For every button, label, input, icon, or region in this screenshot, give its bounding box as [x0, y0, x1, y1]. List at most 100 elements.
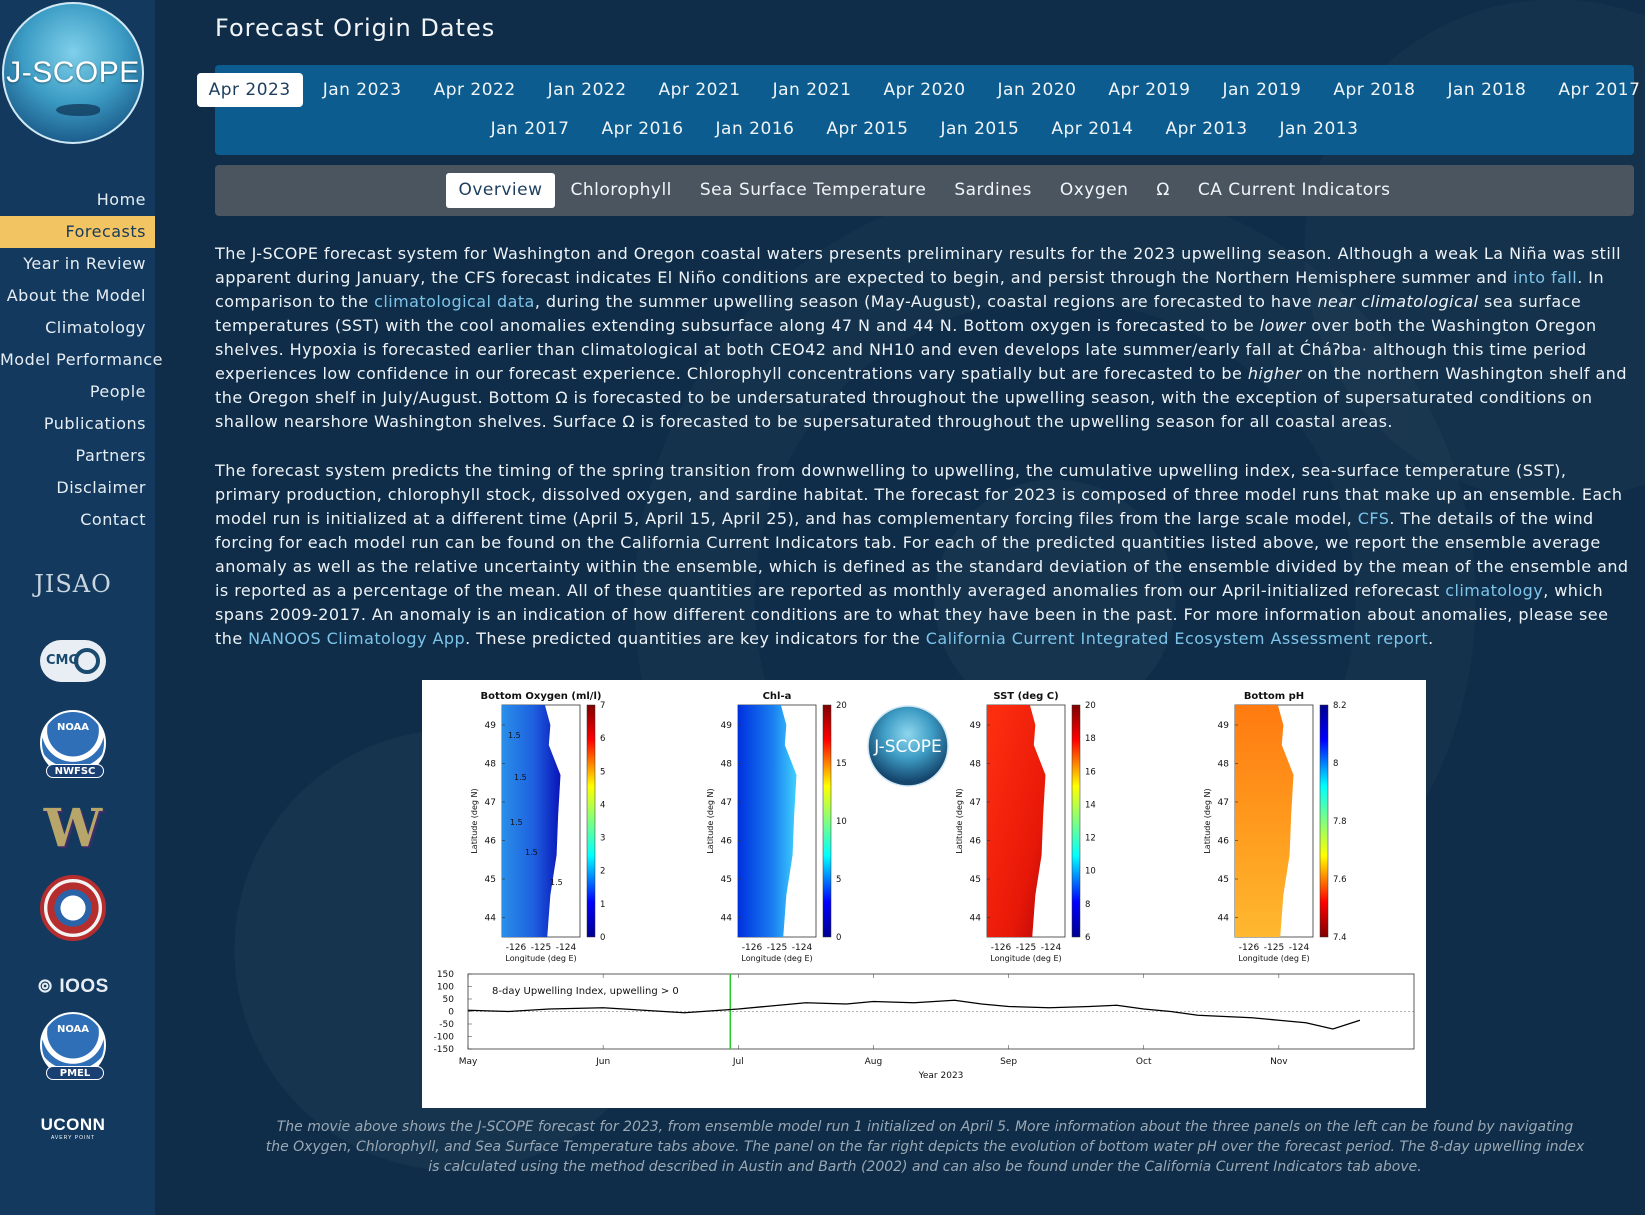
tab-oxygen[interactable]: Oxygen	[1048, 173, 1141, 208]
uw-logo[interactable]: W	[0, 798, 146, 859]
y-tick-label: -100	[434, 1033, 455, 1043]
text-span: The J-SCOPE forecast system for Washingt…	[215, 244, 1622, 287]
climatological-data-link[interactable]: climatological data	[374, 292, 535, 311]
tab-overview[interactable]: Overview	[446, 173, 555, 208]
y-tick-label: -50	[439, 1020, 454, 1030]
nav-item-people[interactable]: People	[0, 376, 155, 408]
nav-item-forecasts[interactable]: Forecasts	[0, 216, 155, 248]
nav-item-home[interactable]: Home	[0, 184, 155, 216]
lon-tick-label: -124	[1289, 943, 1310, 953]
ccie-report-link[interactable]: California Current Integrated Ecosystem …	[926, 629, 1428, 648]
date-tab-apr-2022[interactable]: Apr 2022	[422, 73, 528, 107]
cfs-link[interactable]: CFS	[1358, 509, 1390, 528]
tab-ca-current-indicators[interactable]: CA Current Indicators	[1186, 173, 1403, 208]
date-tab-jan-2015[interactable]: Jan 2015	[929, 112, 1032, 146]
text-span: , during the summer upwelling season (Ma…	[534, 292, 1318, 311]
x-tick-label: Jul	[732, 1057, 744, 1067]
x-tick-label: Oct	[1136, 1057, 1152, 1067]
nanoos-climatology-app-link[interactable]: NANOOS Climatology App	[248, 629, 465, 648]
climatology-link[interactable]: climatology	[1445, 581, 1543, 600]
date-tab-apr-2020[interactable]: Apr 2020	[871, 73, 977, 107]
date-tab-apr-2016[interactable]: Apr 2016	[589, 112, 695, 146]
nav-item-publications[interactable]: Publications	[0, 408, 155, 440]
date-tab-apr-2014[interactable]: Apr 2014	[1039, 112, 1145, 146]
nanoos-logo[interactable]	[40, 875, 106, 941]
date-tab-apr-2015[interactable]: Apr 2015	[814, 112, 920, 146]
lat-tick-label: 46	[485, 837, 497, 847]
date-tab-jan-2022[interactable]: Jan 2022	[536, 73, 639, 107]
nav-item-model-performance[interactable]: Model Performance	[0, 344, 163, 376]
date-tab-apr-2017[interactable]: Apr 2017	[1546, 73, 1645, 107]
lat-tick-label: 44	[721, 914, 733, 924]
nav-item-year-in-review[interactable]: Year in Review	[0, 248, 155, 280]
date-tab-jan-2017[interactable]: Jan 2017	[479, 112, 582, 146]
date-tab-apr-2021[interactable]: Apr 2021	[647, 73, 753, 107]
overview-paragraph-2: The forecast system predicts the timing …	[215, 459, 1634, 651]
date-tab-apr-2018[interactable]: Apr 2018	[1321, 73, 1427, 107]
colorbar-tick-label: 6	[1085, 933, 1090, 943]
tab-chlorophyll[interactable]: Chlorophyll	[559, 173, 684, 208]
colorbar-tick-label: 18	[1085, 734, 1096, 744]
into-fall-link[interactable]: into fall	[1513, 268, 1577, 287]
nav-item-climatology[interactable]: Climatology	[0, 312, 155, 344]
noaa-pmel-logo[interactable]: NOAA PMEL	[40, 1012, 106, 1080]
lat-tick-label: 47	[721, 798, 732, 808]
lon-tick-label: -125	[1016, 943, 1036, 953]
lon-tick-label: -126	[1239, 943, 1260, 953]
jisao-logo[interactable]: JISAO	[0, 570, 146, 598]
date-tab-jan-2018[interactable]: Jan 2018	[1435, 73, 1538, 107]
map-panel: SST (deg C) 49 48 47 46 45 44 -126 -125 -124Longi…	[955, 691, 1096, 963]
uconn-sub-label: AVERY POINT	[50, 1135, 96, 1141]
date-tab-jan-2019[interactable]: Jan 2019	[1211, 73, 1314, 107]
date-tab-jan-2021[interactable]: Jan 2021	[761, 73, 864, 107]
colorbar-tick-label: 20	[836, 701, 847, 711]
xaxis-label: Longitude (deg E)	[990, 954, 1061, 963]
topic-tabs: Overview Chlorophyll Sea Surface Temperatu…	[215, 165, 1634, 216]
colorbar-tick-label: 0	[836, 933, 841, 943]
colorbar-tick-label: 0	[600, 933, 605, 943]
contour-label: 1.5	[514, 773, 527, 782]
nav-item-about-the-model[interactable]: About the Model	[0, 280, 155, 312]
lat-tick-label: 47	[970, 798, 981, 808]
x-tick-label: Sep	[1000, 1057, 1017, 1067]
date-tab-jan-2023[interactable]: Jan 2023	[311, 73, 414, 107]
colorbar-tick-label: 2	[600, 867, 605, 877]
cmg-logo[interactable]: CMG	[40, 640, 106, 682]
xaxis-label: Longitude (deg E)	[1238, 954, 1309, 963]
colorbar-tick-label: 7.6	[1333, 875, 1347, 885]
lon-tick-label: -124	[1041, 943, 1062, 953]
lon-tick-label: -126	[742, 943, 763, 953]
uconn-logo[interactable]: UCONN AVERY POINT	[0, 1115, 146, 1141]
nav-item-partners[interactable]: Partners	[0, 440, 155, 472]
colorbar-tick-label: 10	[836, 817, 847, 827]
tab-sea-surface-temperature[interactable]: Sea Surface Temperature	[688, 173, 938, 208]
chart-annotation: 8-day Upwelling Index, upwelling > 0	[492, 986, 679, 997]
text-span: . These predicted quantities are key ind…	[465, 629, 926, 648]
jscope-logo[interactable]: J-SCOPE	[2, 2, 144, 144]
forecast-figure-svg: Bottom Oxygen (ml/l)494847464544-126 -125…	[434, 691, 1415, 1081]
ioos-logo[interactable]: ⊚ IOOS	[0, 975, 146, 998]
lon-tick-label: -125	[531, 943, 551, 953]
date-tab-apr-2023[interactable]: Apr 2023	[196, 73, 303, 107]
emphasis-text: lower	[1259, 316, 1306, 335]
nav-item-contact[interactable]: Contact	[0, 504, 155, 536]
upwelling-index-chart: 150 100 50 0 -50 -100 -150 May Jun Jul Aug Sep Oct No…	[434, 970, 1415, 1081]
fish-icon	[56, 104, 100, 116]
date-tab-jan-2016[interactable]: Jan 2016	[704, 112, 807, 146]
colorbar-tick-label: 8	[1085, 900, 1090, 910]
date-tab-jan-2013[interactable]: Jan 2013	[1268, 112, 1371, 146]
tab-omega[interactable]: Ω	[1144, 173, 1182, 208]
lon-tick-label: -126	[991, 943, 1012, 953]
date-tab-row-1: Apr 2023 Jan 2023 Apr 2022 Jan 2022 Apr 2021…	[196, 73, 1640, 107]
date-tab-apr-2013[interactable]: Apr 2013	[1153, 112, 1259, 146]
tab-sardines[interactable]: Sardines	[942, 173, 1044, 208]
lat-tick-label: 46	[970, 837, 982, 847]
nav-item-disclaimer[interactable]: Disclaimer	[0, 472, 155, 504]
lat-tick-label: 46	[1218, 837, 1230, 847]
overview-paragraph-1: The J-SCOPE forecast system for Washingt…	[215, 242, 1634, 434]
forecast-movie-figure[interactable]: Bottom Oxygen (ml/l) 49 48 47 46 45 44 -126 -125…	[422, 680, 1426, 1108]
y-tick-label: 50	[443, 995, 455, 1005]
noaa-nwfsc-logo[interactable]: NOAA NWFSC	[40, 710, 106, 778]
date-tab-apr-2019[interactable]: Apr 2019	[1096, 73, 1202, 107]
date-tab-jan-2020[interactable]: Jan 2020	[986, 73, 1089, 107]
